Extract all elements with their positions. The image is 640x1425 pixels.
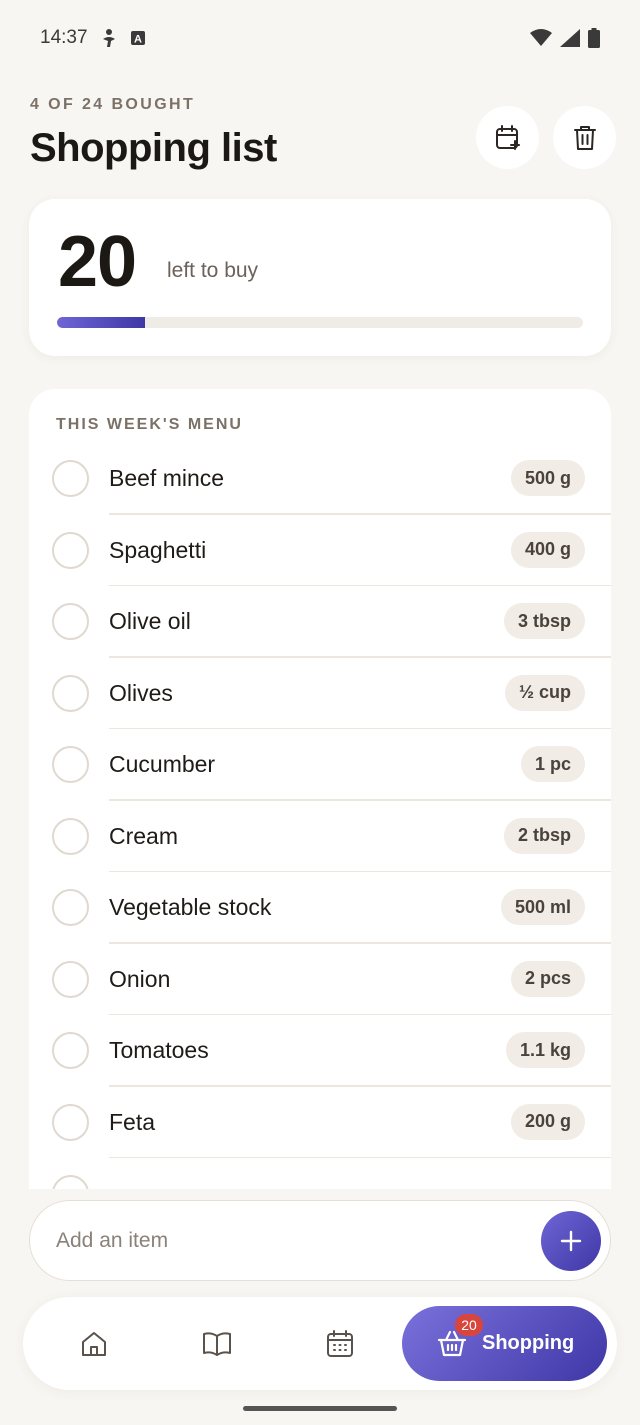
basket-wrapper: 20 xyxy=(436,1313,483,1360)
add-item-input[interactable] xyxy=(56,1219,526,1263)
remaining-label: left to buy xyxy=(167,259,259,282)
item-quantity: ½ cup xyxy=(504,674,585,711)
status-time: 14:37 xyxy=(40,27,88,48)
list-item[interactable]: Olives ½ cup xyxy=(29,658,611,729)
list-item[interactable]: Beef mince 500 g xyxy=(29,443,611,515)
item-checkbox[interactable] xyxy=(52,603,89,640)
item-checkbox[interactable] xyxy=(52,531,89,569)
add-item-bar xyxy=(29,1200,611,1281)
home-icon xyxy=(82,1332,106,1356)
item-quantity: 1.1 kg xyxy=(505,1032,585,1068)
item-checkbox[interactable] xyxy=(52,889,89,926)
list-item[interactable]: Feta 200 g xyxy=(29,1087,611,1158)
item-quantity: 400 g xyxy=(510,531,585,568)
item-name: Onion xyxy=(109,965,171,992)
nav-home[interactable] xyxy=(70,1320,118,1368)
list-item[interactable]: Cucumber 1 pc xyxy=(29,729,611,801)
item-quantity: 500 ml xyxy=(500,889,585,925)
item-name: Cream xyxy=(109,822,179,849)
plus-icon xyxy=(560,1230,582,1252)
clear-list-button[interactable] xyxy=(553,106,616,169)
item-checkbox[interactable] xyxy=(52,674,89,712)
remaining-count: 20 xyxy=(58,222,137,302)
list-item[interactable]: Cream 2 tbsp xyxy=(29,801,611,872)
battery-icon xyxy=(588,28,600,48)
calendar-icon xyxy=(327,1330,353,1357)
shopping-list[interactable]: THIS WEEK'S MENU Beef mince 500 g Spaghett… xyxy=(29,389,611,1189)
item-checkbox[interactable] xyxy=(52,1103,89,1141)
book-icon xyxy=(203,1332,231,1356)
item-quantity: 2 tbsp xyxy=(503,817,585,854)
item-checkbox[interactable] xyxy=(52,817,89,855)
item-checkbox[interactable] xyxy=(52,460,89,497)
home-indicator xyxy=(243,1406,397,1411)
wifi-icon xyxy=(530,29,552,47)
page-header: 4 OF 24 BOUGHT Shopping list xyxy=(30,96,620,176)
status-bar: 14:37 A xyxy=(0,0,640,76)
nav-shopping-label: Shopping xyxy=(482,1332,575,1354)
item-quantity: 3 tbsp xyxy=(503,603,585,639)
cart-count-badge: 20 xyxy=(455,1313,483,1336)
item-name: Feta xyxy=(109,1108,156,1135)
accessibility-icon xyxy=(100,28,118,48)
item-checkbox[interactable] xyxy=(52,1032,89,1069)
item-name: Olive oil xyxy=(109,608,191,634)
item-checkbox[interactable] xyxy=(52,960,89,998)
item-quantity: 2 pcs xyxy=(510,960,585,997)
add-item-button[interactable] xyxy=(541,1211,601,1271)
list-item[interactable]: Tomatoes 1.1 kg xyxy=(29,1015,611,1087)
trash-icon xyxy=(573,125,596,150)
item-name: Beef mince xyxy=(109,465,225,491)
list-item[interactable]: Vegetable stock 500 ml xyxy=(29,872,611,944)
svg-text:A: A xyxy=(134,34,142,46)
progress-fill xyxy=(57,317,145,328)
list-item-partial[interactable] xyxy=(29,1158,611,1189)
nav-shopping[interactable]: 20 Shopping xyxy=(402,1306,607,1381)
signal-icon xyxy=(560,29,580,47)
list-item[interactable]: Olive oil 3 tbsp xyxy=(29,586,611,658)
bottom-nav: 20 Shopping xyxy=(23,1297,617,1390)
item-quantity: 200 g xyxy=(510,1103,585,1140)
section-title: THIS WEEK'S MENU xyxy=(56,416,243,433)
a-box-icon: A xyxy=(130,30,146,46)
item-name: Tomatoes xyxy=(109,1037,209,1063)
add-from-calendar-button[interactable] xyxy=(476,106,539,169)
item-quantity: 500 g xyxy=(510,460,585,496)
item-name: Vegetable stock xyxy=(109,894,272,920)
nav-recipes[interactable] xyxy=(193,1320,241,1368)
progress-bar xyxy=(57,317,583,328)
nav-planner[interactable] xyxy=(316,1320,364,1368)
item-quantity: 1 pc xyxy=(520,746,585,782)
item-name: Spaghetti xyxy=(109,536,207,563)
item-checkbox[interactable] xyxy=(52,746,89,783)
header-actions xyxy=(476,106,616,169)
list-item[interactable]: Spaghetti 400 g xyxy=(29,515,611,586)
calendar-add-icon xyxy=(495,124,520,150)
item-name: Olives xyxy=(109,679,173,706)
list-rows: Beef mince 500 g Spaghetti 400 g Olive oil 3 … xyxy=(29,443,611,1189)
item-name: Cucumber xyxy=(109,751,216,777)
list-item[interactable]: Onion 2 pcs xyxy=(29,944,611,1015)
item-checkbox[interactable] xyxy=(52,1175,89,1189)
summary-card: 20 left to buy xyxy=(29,199,611,356)
